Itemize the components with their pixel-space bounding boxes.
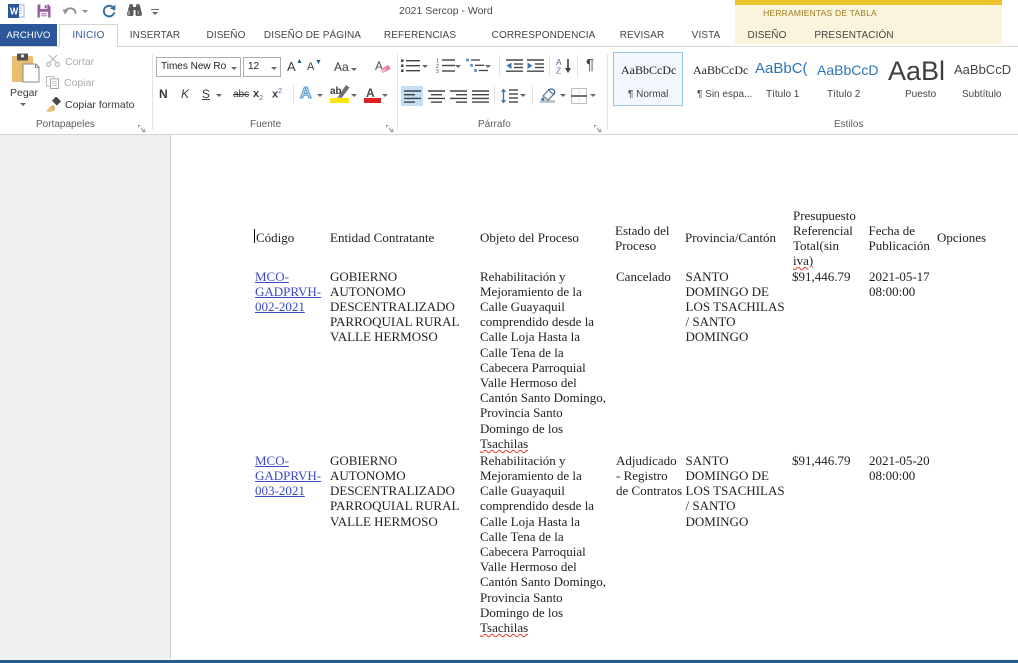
svg-text:Z: Z [556,66,561,75]
svg-text:3: 3 [436,69,439,73]
